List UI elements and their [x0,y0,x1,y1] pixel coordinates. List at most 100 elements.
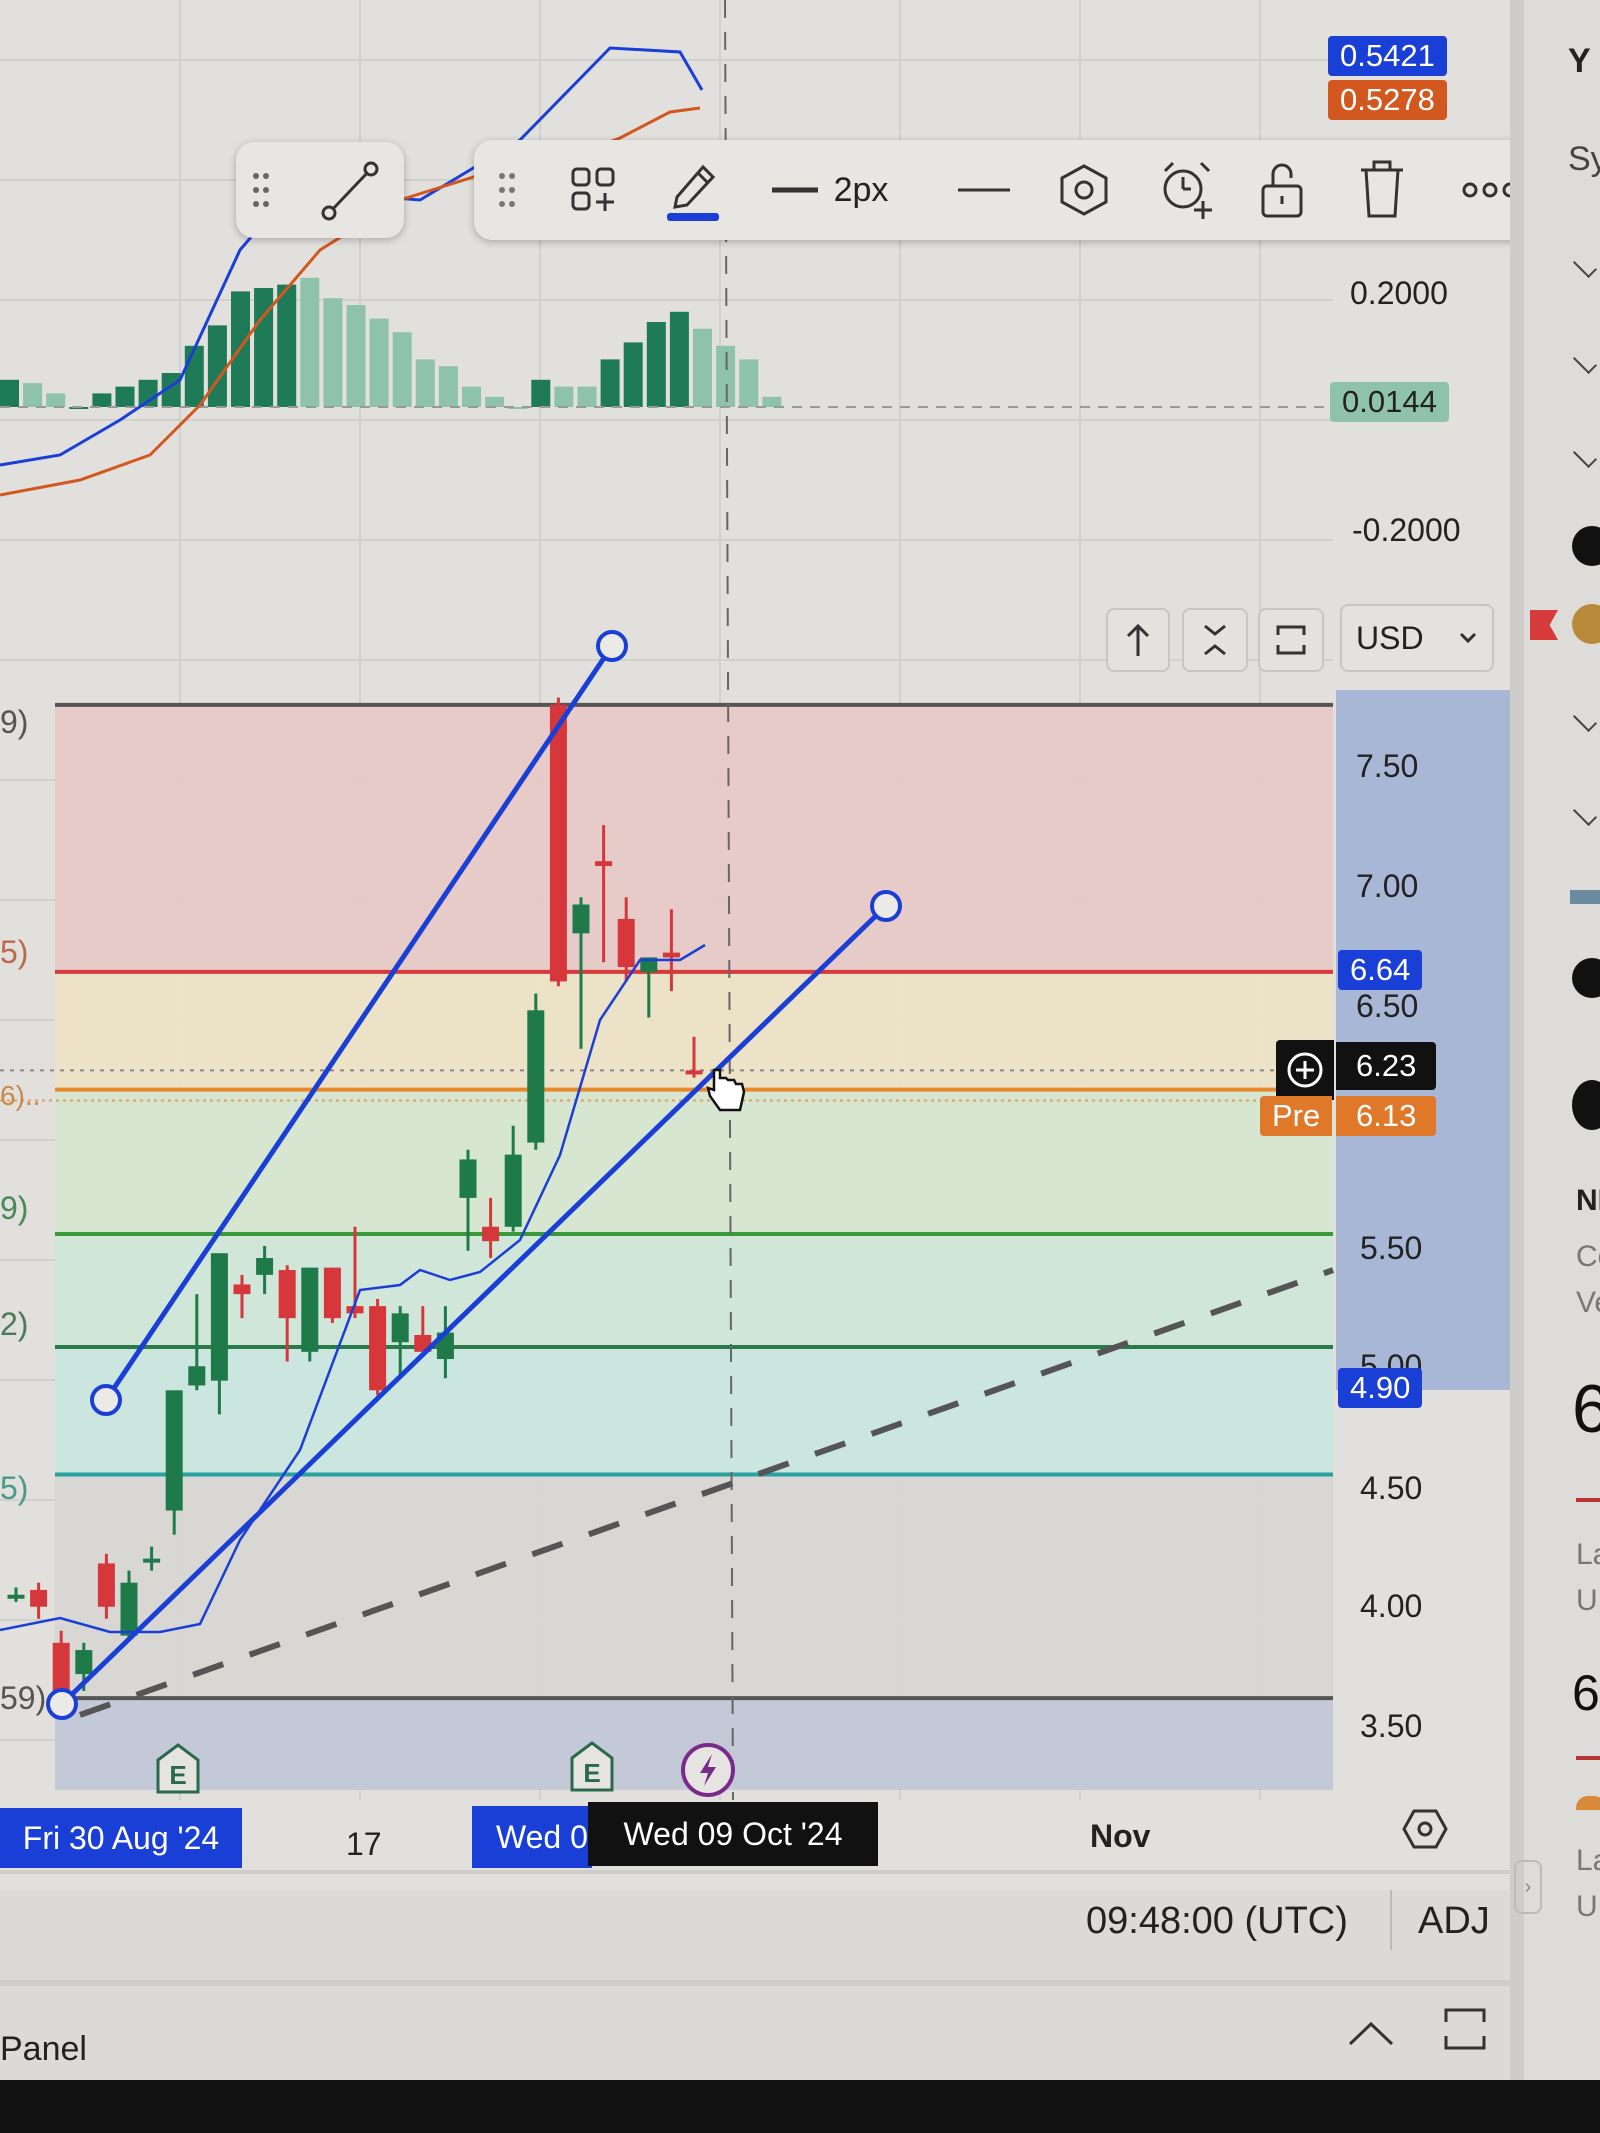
candle-body [301,1267,319,1352]
histogram-bar [646,322,666,407]
premarket-price-tag: 6.13 [1336,1096,1437,1136]
flag-icon[interactable] [1530,610,1558,640]
histogram-bar [739,359,759,407]
earnings-event-marker[interactable]: E [154,1742,202,1796]
chart-area[interactable] [0,0,1510,1890]
histogram-bar [0,379,19,407]
candle-body [346,1306,364,1314]
auto-fit-button[interactable] [1182,608,1248,672]
line-style-button[interactable] [954,162,1014,218]
trend-line-tool-icon[interactable] [314,158,384,224]
object-tree-icon[interactable] [564,160,624,220]
candle-body [662,952,680,958]
clock-readout[interactable]: 09:48:00 (UTC) [1086,1900,1348,1943]
price-tick: 4.00 [1360,1588,1423,1624]
fib-level-label: 9) [0,1190,29,1226]
histogram-bar [600,359,620,407]
fib-level-label: 59) [0,1680,47,1716]
histogram-bar [184,345,204,407]
candle-body [549,704,567,982]
chevron-down-icon[interactable] [1572,253,1598,279]
histogram-bar [300,277,320,407]
lower-range-tag: 4.90 [1338,1368,1423,1408]
histogram-bar [115,386,135,407]
currency-select[interactable]: USD [1340,604,1494,672]
lightning-bolt-icon [681,1743,735,1797]
crosshair-date-tag: Wed 09 Oct '24 [588,1802,878,1866]
drag-handle-icon[interactable] [492,162,522,218]
indicator-axis-tick: -0.2000 [1352,512,1461,548]
adjust-toggle[interactable]: ADJ [1418,1900,1490,1943]
histogram-bar [762,396,782,407]
symbol-logo-icon [1572,958,1600,998]
candle-body [278,1270,296,1319]
maximize-panel-icon[interactable] [1442,2006,1488,2052]
candle-body [256,1258,274,1275]
earnings-label: E [169,1760,186,1790]
chevron-down-icon[interactable] [1572,443,1598,469]
fib-level-label: 5) [0,1470,29,1506]
price-range-highlight [1336,690,1514,1390]
settings-hexagon-icon[interactable] [1054,158,1114,222]
chevron-down-icon [1459,632,1477,644]
histogram-bar [438,366,458,407]
drag-handle-icon[interactable] [246,162,276,218]
split-event-marker[interactable] [680,1742,736,1798]
trendline-anchor-handle[interactable] [870,890,902,922]
histogram-bar [346,305,366,407]
expand-panel-chevron-up-icon[interactable] [1346,2016,1396,2048]
trendline-anchor-handle[interactable] [596,630,628,662]
candle-body [459,1159,477,1198]
fib-zone [55,704,1333,972]
symbol-logo-icon [1572,526,1600,566]
fib-zone [55,1474,1333,1699]
symbol-column-header[interactable]: Sy [1568,140,1600,179]
fib-level-label: 6).. [0,1080,41,1111]
delete-trash-icon[interactable] [1354,156,1410,224]
histogram-bar [531,379,551,407]
histogram-bar [462,386,481,407]
trendline-anchor-handle[interactable] [46,1688,78,1720]
chevron-down-icon[interactable] [1572,801,1598,827]
premarket-price-big: 6 [1572,1665,1600,1721]
chevron-down-icon[interactable] [1572,349,1598,375]
histogram-bar [554,386,574,407]
chart-canvas[interactable] [0,0,1510,1890]
chevron-down-icon[interactable] [1572,707,1598,733]
last-price-big: 6 [1572,1371,1600,1447]
panel-label[interactable]: Panel [0,2030,87,2069]
histogram-value-tag: 0.0144 [1330,382,1449,422]
candle-body [685,1070,703,1075]
line-width-button[interactable]: 2px [764,162,894,218]
earnings-event-marker[interactable]: E [568,1740,616,1794]
line-color-button[interactable] [660,152,726,228]
add-alert-clock-icon[interactable] [1154,154,1220,226]
candle-body [617,918,635,968]
fullscreen-icon [1276,625,1306,655]
scroll-to-latest-button[interactable] [1106,608,1170,672]
upper-range-tag: 6.64 [1338,950,1423,990]
drawing-toolbar: 2px [474,140,1546,240]
price-tick: 4.50 [1360,1470,1423,1506]
time-range-start-tag: Fri 30 Aug '24 [0,1808,242,1868]
last-update-label: La [1576,1538,1600,1571]
collapse-panel-toggle[interactable]: › [1514,1860,1542,1914]
lock-open-icon[interactable] [1254,156,1310,224]
symbol-logo-icon [1572,1080,1600,1130]
candle-body [210,1253,228,1381]
collapse-chevrons-icon [1204,624,1226,656]
trendline-anchor-handle[interactable] [90,1384,122,1416]
candle-body [233,1284,251,1295]
candle-body [504,1154,522,1227]
histogram-bar [577,386,597,407]
histogram-bar [207,325,227,407]
currency-value: USD [1356,619,1424,656]
histogram-bar [92,393,112,407]
price-tick: 5.50 [1360,1230,1423,1266]
fullscreen-button[interactable] [1258,608,1324,672]
candle-body [369,1306,387,1391]
add-alert-crosshair-button[interactable] [1276,1040,1334,1100]
time-axis-settings-icon[interactable] [1402,1808,1448,1850]
change-indicator [1576,1498,1600,1502]
histogram-bar [485,396,505,407]
